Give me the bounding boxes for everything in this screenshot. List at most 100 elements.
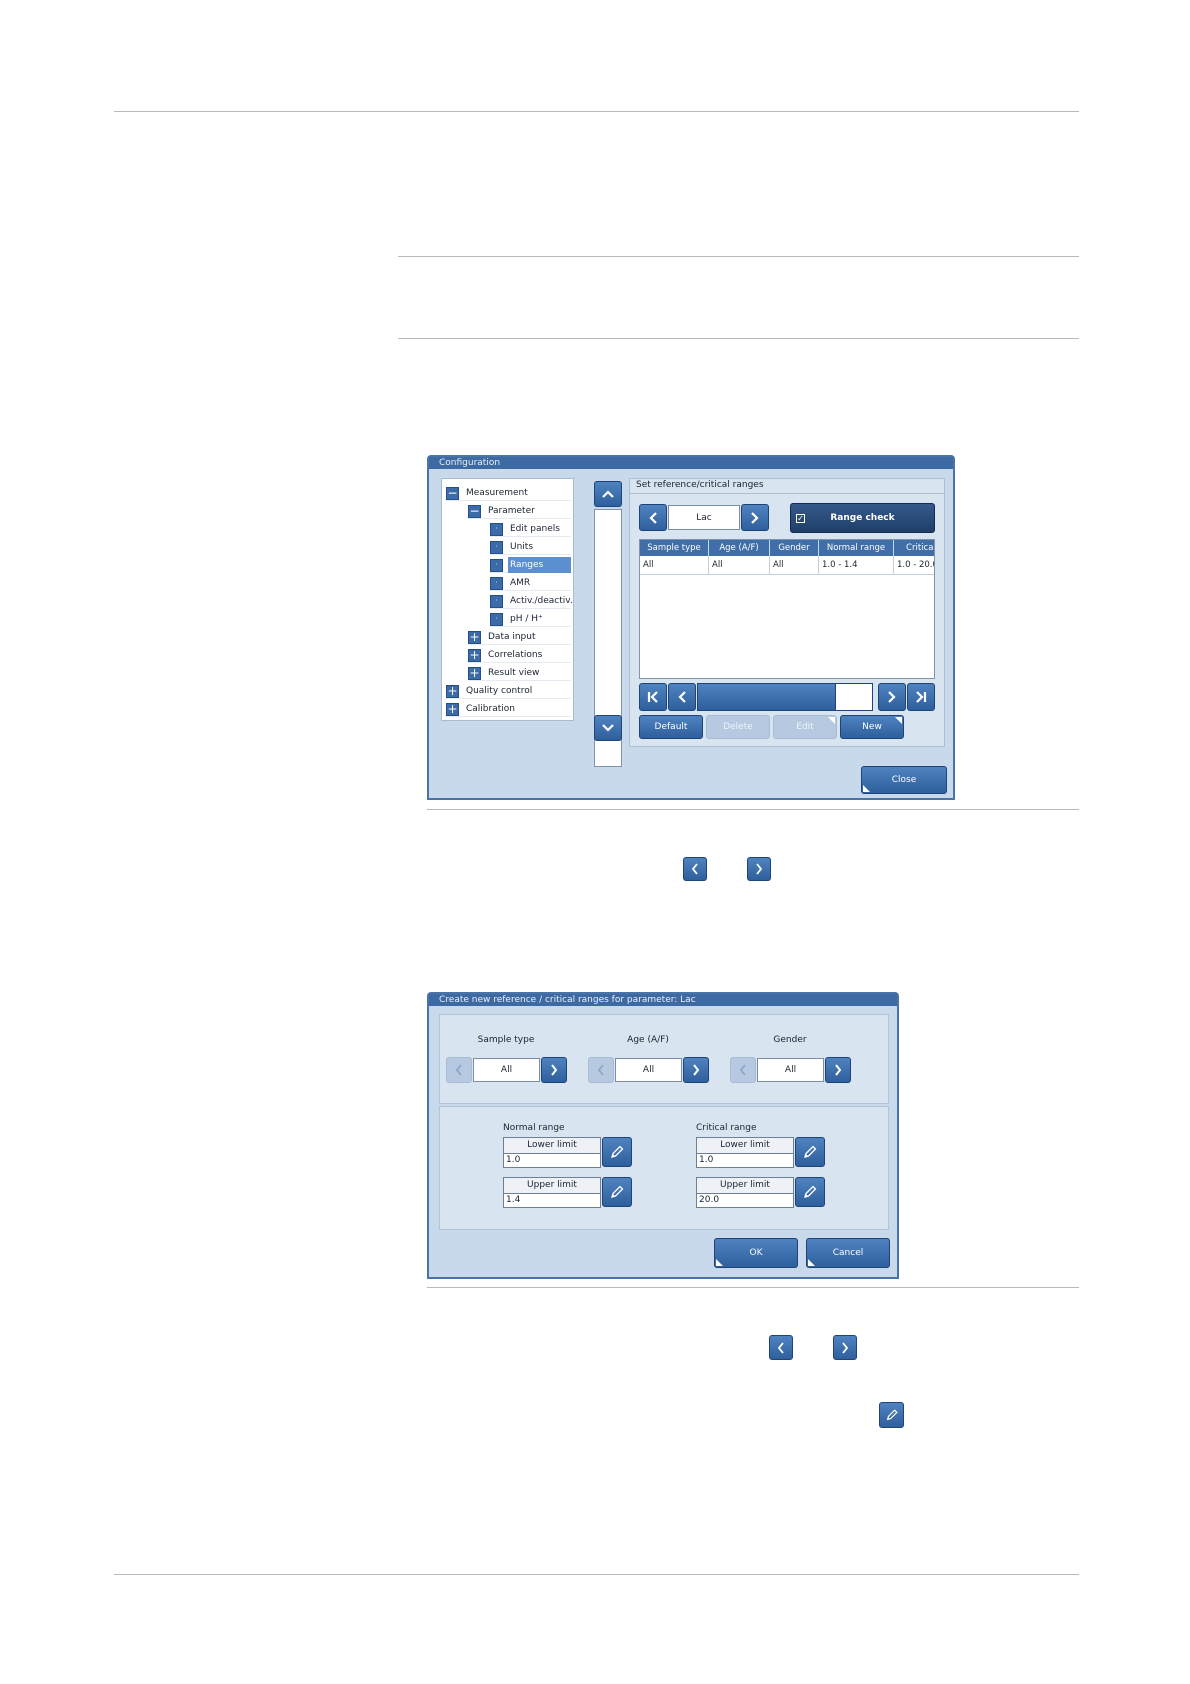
pencil-icon: [886, 1409, 898, 1421]
selector-prev-button[interactable]: [730, 1057, 756, 1083]
tree-item-label: Ranges: [508, 557, 571, 573]
selector-next-button[interactable]: [683, 1057, 709, 1083]
edit-critical-lower-button[interactable]: [795, 1137, 825, 1167]
edit-button[interactable]: Edit: [773, 715, 837, 739]
expand-icon[interactable]: +: [468, 631, 481, 644]
selector-field[interactable]: All: [757, 1058, 824, 1082]
tree-item[interactable]: − Measurement: [446, 485, 571, 501]
table-cell: All: [640, 556, 709, 575]
selector-field[interactable]: All: [615, 1058, 682, 1082]
scroll-left-button[interactable]: [668, 683, 696, 711]
column-header[interactable]: Normal range: [818, 540, 894, 556]
figure-rule-1: [427, 809, 1079, 810]
table-cell: 1.0 - 20.0: [893, 556, 934, 575]
tree-item[interactable]: + Correlations: [468, 647, 571, 663]
scroll-first-button[interactable]: [639, 683, 667, 711]
tree-item[interactable]: · AMR: [490, 575, 571, 591]
tree-item[interactable]: + Result view: [468, 665, 571, 681]
tree-item-label: Result view: [488, 668, 540, 678]
chevron-down-icon: [602, 724, 614, 732]
cancel-button[interactable]: Cancel: [806, 1238, 890, 1268]
expand-icon[interactable]: +: [468, 649, 481, 662]
tree-item[interactable]: + Data input: [468, 629, 571, 645]
tree-item[interactable]: − Parameter: [468, 503, 571, 519]
edit-normal-upper-button[interactable]: [602, 1177, 632, 1207]
column-header[interactable]: Age (A/F): [708, 540, 770, 556]
expand-icon[interactable]: +: [446, 685, 459, 698]
parameter-prev-button[interactable]: [639, 504, 667, 531]
normal-upper-limit[interactable]: Upper limit 1.4: [503, 1177, 601, 1208]
ok-button[interactable]: OK: [714, 1238, 798, 1268]
chevron-right-icon: [835, 1064, 842, 1076]
column-header[interactable]: Sample type: [640, 540, 709, 556]
tree-item[interactable]: · Units: [490, 539, 571, 555]
pencil-icon: [611, 1185, 624, 1198]
pencil-icon: [804, 1145, 817, 1158]
selector-prev-button[interactable]: [588, 1057, 614, 1083]
inline-prev-icon: [683, 857, 707, 881]
selector-prev-button[interactable]: [446, 1057, 472, 1083]
tree-item-label: Measurement: [466, 488, 528, 498]
column-header[interactable]: Gender: [769, 540, 819, 556]
scroll-last-button[interactable]: [907, 683, 935, 711]
selector-next-button[interactable]: [825, 1057, 851, 1083]
tree-item-label: Units: [510, 542, 534, 552]
tree-item[interactable]: · Activ./deactiv.: [490, 593, 573, 609]
leaf-node-icon[interactable]: ·: [490, 541, 503, 554]
expand-icon[interactable]: +: [446, 703, 459, 716]
table-cell: All: [769, 556, 819, 575]
chevron-right-icon: [751, 511, 759, 524]
limit-header: Lower limit: [504, 1138, 600, 1154]
dialog-title: Create new reference / critical ranges f…: [429, 994, 897, 1006]
tree-item[interactable]: + Quality control: [446, 683, 571, 699]
tree-item-label: Activ./deactiv.: [510, 596, 573, 606]
collapse-icon[interactable]: −: [446, 487, 459, 500]
horizontal-scroll-thumb[interactable]: [835, 684, 872, 710]
table-cell: All: [708, 556, 770, 575]
scroll-down-button[interactable]: [594, 715, 622, 741]
scroll-right-button[interactable]: [878, 683, 906, 711]
table-row[interactable]: All All All 1.0 - 1.4 1.0 - 20.0: [640, 556, 934, 575]
close-button[interactable]: Close: [861, 766, 947, 794]
normal-lower-limit[interactable]: Lower limit 1.0: [503, 1137, 601, 1168]
inline-next-icon: [833, 1335, 857, 1360]
selector-field[interactable]: All: [473, 1058, 540, 1082]
limits-panel: Normal range Critical range Lower limit …: [439, 1106, 889, 1230]
leaf-node-icon[interactable]: ·: [490, 613, 503, 626]
parameter-field[interactable]: Lac: [668, 505, 740, 530]
tree-item-label: Calibration: [466, 704, 515, 714]
critical-lower-limit[interactable]: Lower limit 1.0: [696, 1137, 794, 1168]
tree-item[interactable]: · pH / H⁺: [490, 611, 571, 627]
normal-range-label: Normal range: [503, 1123, 565, 1133]
tree-item-label: Parameter: [488, 506, 535, 516]
leaf-node-icon[interactable]: ·: [490, 595, 503, 608]
default-button[interactable]: Default: [639, 715, 703, 739]
range-check-toggle[interactable]: ✓ Range check: [790, 503, 935, 533]
tree-item[interactable]: · Ranges: [490, 557, 571, 573]
expand-icon[interactable]: +: [468, 667, 481, 680]
edit-critical-upper-button[interactable]: [795, 1177, 825, 1207]
tree-item[interactable]: +System: [446, 719, 571, 720]
leaf-node-icon[interactable]: ·: [490, 523, 503, 536]
critical-lower-value: 1.0: [699, 1155, 714, 1165]
limit-header: Upper limit: [504, 1178, 600, 1194]
selectors-panel: Sample type All Age (A/F) All Gender All: [439, 1014, 889, 1104]
figure-rule-2: [427, 1287, 1079, 1288]
new-button[interactable]: New: [840, 715, 904, 739]
leaf-node-icon[interactable]: ·: [490, 559, 503, 572]
collapse-icon[interactable]: −: [468, 505, 481, 518]
chevron-right-icon: [693, 1064, 700, 1076]
tree-item[interactable]: + Calibration: [446, 701, 571, 717]
selector-next-button[interactable]: [541, 1057, 567, 1083]
leaf-node-icon[interactable]: ·: [490, 577, 503, 590]
critical-upper-limit[interactable]: Upper limit 20.0: [696, 1177, 794, 1208]
tree-item[interactable]: · Edit panels: [490, 521, 571, 537]
parameter-next-button[interactable]: [741, 504, 769, 531]
normal-lower-value: 1.0: [506, 1155, 521, 1165]
chevron-right-icon: [551, 1064, 558, 1076]
delete-button[interactable]: Delete: [706, 715, 770, 739]
horizontal-scroll-track[interactable]: [697, 683, 873, 711]
scroll-up-button[interactable]: [594, 481, 622, 507]
edit-normal-lower-button[interactable]: [602, 1137, 632, 1167]
column-header[interactable]: Critical r: [893, 540, 934, 556]
